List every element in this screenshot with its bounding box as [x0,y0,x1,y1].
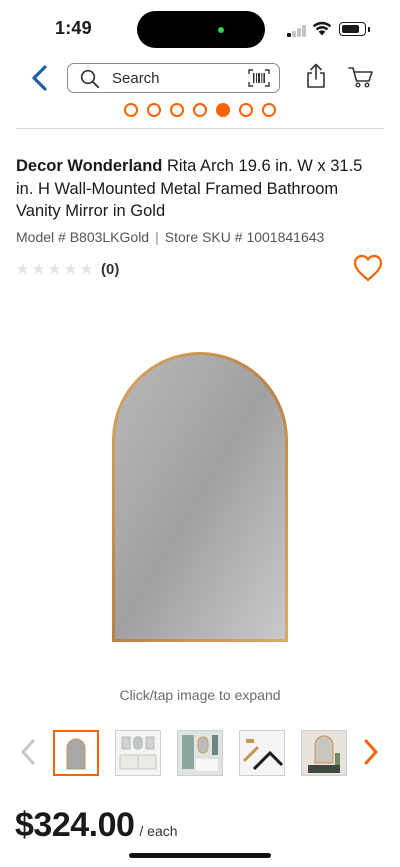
star-rating: ★ ★ ★ ★ ★ [16,262,96,277]
gallery-pager [124,103,276,117]
chevron-left-icon[interactable] [19,739,37,765]
cellular-signal-icon [287,25,307,37]
brand-name[interactable]: Decor Wonderland [16,157,162,175]
thumbnail-vanity-scene[interactable] [115,730,161,776]
thumbnail-arched-mirror[interactable] [53,730,99,776]
star-icon: ★ [16,260,30,278]
gallery-page-dot[interactable] [262,103,276,117]
model-number: Model # B803LKGold [16,229,150,245]
dynamic-island [137,11,265,48]
heart-icon[interactable] [352,253,384,283]
mirror-room-thumb-icon [302,731,346,775]
star-icon: ★ [64,260,78,278]
review-count: (0) [101,260,120,278]
rating[interactable]: ★ ★ ★ ★ ★ (0) [16,260,119,278]
separator: | [155,229,159,245]
wifi-icon [312,21,332,36]
thumbnail-bathroom-scene[interactable] [177,730,223,776]
battery-level [341,24,359,33]
expand-hint: Click/tap image to expand [119,687,281,703]
divider [16,128,384,129]
product-main-image[interactable] [100,350,300,645]
bathroom-scene-thumb-icon [178,731,222,775]
search-icon [80,69,100,89]
star-icon: ★ [48,260,62,278]
status-bar: 1:49 [0,0,400,58]
barcode-scan-icon[interactable] [248,69,270,87]
bracket-detail-thumb-icon [240,731,284,775]
thumbnail-bracket-detail[interactable] [239,730,285,776]
thumbnail-mirror-room[interactable] [301,730,347,776]
product-header: Search [0,60,400,96]
gallery-page-dot[interactable] [124,103,138,117]
gallery-page-dot[interactable] [216,103,230,117]
chevron-right-icon[interactable] [362,739,380,765]
camera-indicator-dot [218,27,224,33]
gallery-page-dot[interactable] [147,103,161,117]
vanity-scene-thumb-icon [116,731,160,775]
arched-mirror-thumb-icon [66,738,86,770]
model-sku-line: Model # B803LKGold | Store SKU # 100184164… [16,229,324,245]
gallery-page-dot[interactable] [170,103,184,117]
price-value: $324.00 [15,806,135,844]
star-icon: ★ [80,260,94,278]
price-unit: / each [139,823,178,839]
home-indicator[interactable] [129,853,271,858]
store-sku: Store SKU # 1001841643 [164,229,325,245]
battery-icon [339,22,366,36]
search-placeholder: Search [112,70,160,87]
price: $324.00 / each [15,806,178,845]
gallery-page-dot[interactable] [193,103,207,117]
gallery-page-dot[interactable] [239,103,253,117]
back-chevron-icon[interactable] [28,64,52,92]
battery-cap [368,27,370,32]
status-time: 1:49 [55,18,92,38]
cart-icon[interactable] [348,66,374,88]
share-icon[interactable] [305,63,327,89]
star-icon: ★ [32,260,46,278]
search-input[interactable]: Search [67,63,280,93]
product-title: Decor Wonderland Rita Arch 19.6 in. W x … [16,155,376,223]
